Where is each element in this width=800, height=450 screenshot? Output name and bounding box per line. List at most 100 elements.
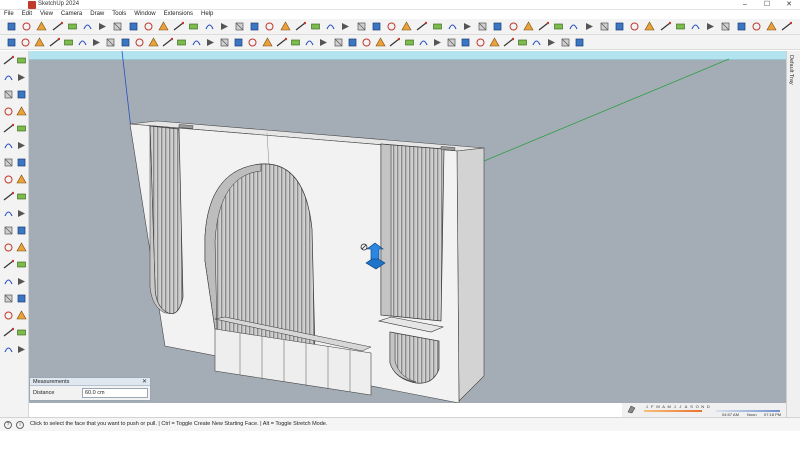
scale-tool-icon[interactable] [644,21,655,32]
solid-subtract-icon[interactable] [148,37,159,48]
protractor-icon[interactable] [386,21,397,32]
eraser-icon[interactable] [16,72,27,83]
polygon-icon[interactable] [584,21,595,32]
round-corner-icon[interactable] [233,37,244,48]
arc-icon[interactable] [3,140,14,151]
solid-intersect-icon[interactable] [120,37,131,48]
chamfer-icon[interactable] [262,37,273,48]
pie-icon[interactable] [16,140,27,151]
move-icon[interactable] [264,21,275,32]
month-slider-track[interactable] [644,410,702,412]
spline-icon[interactable] [219,37,230,48]
select-icon[interactable] [477,21,488,32]
3d-text-icon[interactable] [16,242,27,253]
rotate-icon[interactable] [295,21,306,32]
follow-me-icon[interactable] [310,21,321,32]
3d-text-icon[interactable] [432,21,443,32]
subdivide-icon[interactable] [503,37,514,48]
hidden-line-icon[interactable] [204,21,215,32]
select-icon[interactable] [3,55,15,66]
paint-bucket-icon[interactable] [3,72,14,83]
default-tray-label[interactable]: Default Tray [788,55,794,85]
model-viewport[interactable] [29,51,786,403]
maximize-button[interactable]: ☐ [756,0,778,10]
shadow-toggle-icon[interactable] [627,405,636,414]
zoom-window-icon[interactable] [720,21,731,32]
rotated-rectangle-icon[interactable] [16,106,27,117]
month-label[interactable]: D [706,404,712,409]
smooth-icon[interactable] [489,37,500,48]
section-plane-icon[interactable] [447,21,458,32]
component-icon[interactable] [560,37,571,48]
previous-view-icon[interactable] [736,21,747,32]
menu-camera[interactable]: Camera [61,10,82,19]
drape-icon[interactable] [63,37,74,48]
flip-icon[interactable] [660,21,671,32]
shadow-month-slider[interactable]: JFMAMJJASOND [644,404,711,409]
fillet-icon[interactable] [247,37,258,48]
protractor-icon[interactable] [3,225,14,236]
dimension-icon[interactable] [371,21,382,32]
left-view-icon[interactable] [143,21,154,32]
dimension-icon[interactable] [16,208,27,219]
wireframe-icon[interactable] [188,21,199,32]
line-icon[interactable] [523,21,534,32]
measurements-value-input[interactable]: 60.0 cm [82,388,148,398]
sweep-icon[interactable] [304,37,315,48]
tape-measure-icon[interactable] [3,208,14,219]
offset-icon[interactable] [340,21,351,32]
measurements-close-button[interactable]: ✕ [142,378,147,385]
menu-help[interactable]: Help [201,10,213,19]
follow-me-icon[interactable] [16,174,27,185]
stamp-icon[interactable] [49,37,60,48]
menu-file[interactable]: File [4,10,14,19]
wall-right-face[interactable] [456,147,485,402]
rectangle-icon[interactable] [599,21,610,32]
add-detail-icon[interactable] [77,37,88,48]
warehouse-icon[interactable] [16,327,27,338]
tape-measure-icon[interactable] [356,21,367,32]
quadface-icon[interactable] [517,37,528,48]
look-around-icon[interactable] [16,293,27,304]
solid-split-icon[interactable] [176,37,187,48]
align-icon[interactable] [361,37,372,48]
sandbox-from-scratch-icon[interactable] [20,37,31,48]
lattice-icon[interactable] [318,37,329,48]
model-scene[interactable] [29,51,786,403]
xray-icon[interactable] [173,21,185,32]
orbit-icon[interactable] [3,259,15,270]
move-tool-icon[interactable] [614,21,625,32]
iso-view-icon[interactable] [67,21,78,32]
arc-icon[interactable] [553,21,564,32]
search-icon[interactable] [462,21,473,32]
monochrome-icon[interactable] [249,21,260,32]
weld-icon[interactable] [475,37,486,48]
text-icon[interactable] [401,21,412,32]
extrude-icon[interactable] [276,37,287,48]
move-icon[interactable] [3,157,14,168]
freehand-icon[interactable] [538,21,549,32]
sandbox-from-contours-icon[interactable] [6,37,17,48]
freehand-icon[interactable] [16,89,27,100]
next-view-icon[interactable] [751,21,762,32]
display-section-icon[interactable] [16,310,27,321]
section-plane-icon[interactable] [3,310,14,321]
push-pull-icon[interactable] [280,21,291,32]
walk-icon[interactable] [3,293,14,304]
eraser-icon[interactable] [508,21,519,32]
shaded-icon[interactable] [219,21,230,32]
pattern-icon[interactable] [389,37,401,48]
front-view-icon[interactable] [97,21,108,32]
solid-outer-shell-icon[interactable] [105,37,116,48]
zoom-extents-icon[interactable] [16,276,27,287]
pan-icon[interactable] [21,21,32,32]
pan-icon[interactable] [16,259,27,270]
text-icon[interactable] [16,225,27,236]
scale-icon[interactable] [3,191,15,202]
menu-extensions[interactable]: Extensions [164,10,193,19]
bezier-icon[interactable] [205,37,216,48]
paint-bucket-icon[interactable] [492,21,503,32]
solid-inspector-icon[interactable] [546,37,557,48]
menu-tools[interactable]: Tools [112,10,126,19]
stack-icon[interactable] [375,37,386,48]
